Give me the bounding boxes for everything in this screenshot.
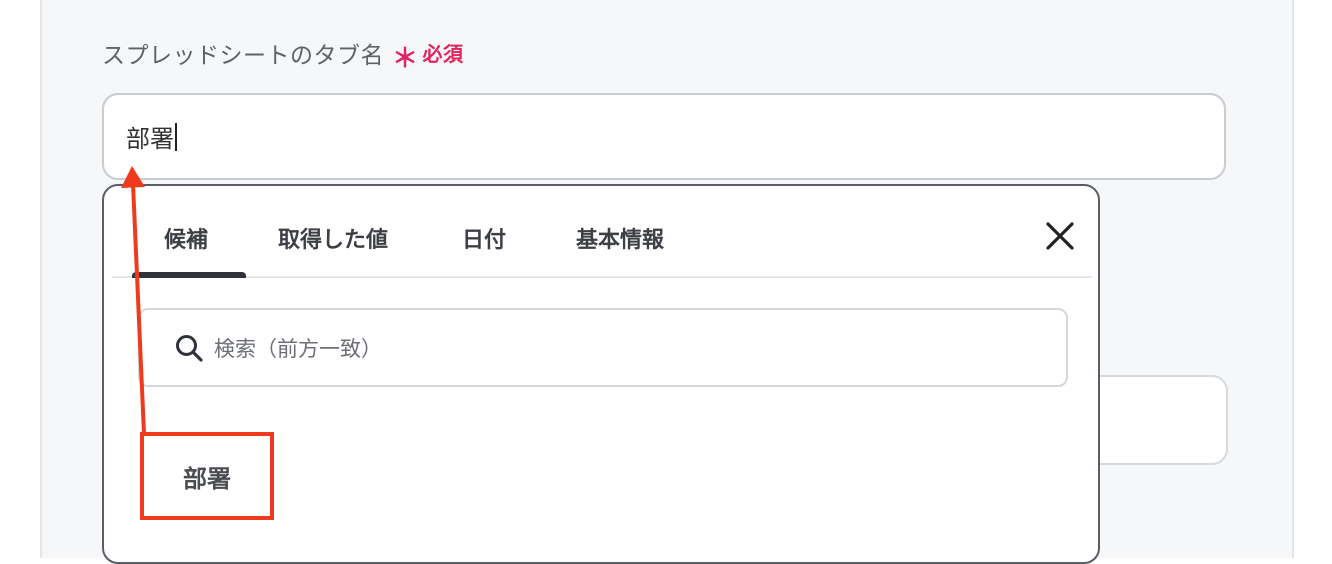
required-mark: ＊	[392, 44, 419, 74]
suggestion-dropdown: 候補 取得した値 日付 基本情報 検索（前方一致） 部署	[102, 184, 1100, 564]
close-icon[interactable]	[1042, 218, 1078, 254]
tab-obtained-values[interactable]: 取得した値	[278, 222, 388, 254]
required-badge: 必須	[422, 42, 464, 66]
field-label: スプレッドシートのタブ名 ＊ 必須	[102, 34, 464, 74]
tab-date[interactable]: 日付	[462, 222, 506, 254]
tab-name-input-value: 部署	[126, 125, 174, 153]
field-label-text: スプレッドシートのタブ名	[102, 42, 384, 69]
search-icon	[176, 334, 203, 362]
search-input[interactable]: 検索（前方一致）	[138, 308, 1068, 387]
search-placeholder: 検索（前方一致）	[214, 336, 382, 361]
tab-candidates[interactable]: 候補	[164, 222, 208, 254]
tab-name-input[interactable]: 部署	[102, 93, 1226, 180]
dropdown-tabs: 候補 取得した値 日付 基本情報	[112, 186, 1092, 278]
active-tab-indicator	[132, 272, 246, 278]
tab-basic-info[interactable]: 基本情報	[576, 222, 664, 254]
suggestion-item[interactable]: 部署	[140, 432, 274, 520]
text-caret	[175, 122, 177, 151]
